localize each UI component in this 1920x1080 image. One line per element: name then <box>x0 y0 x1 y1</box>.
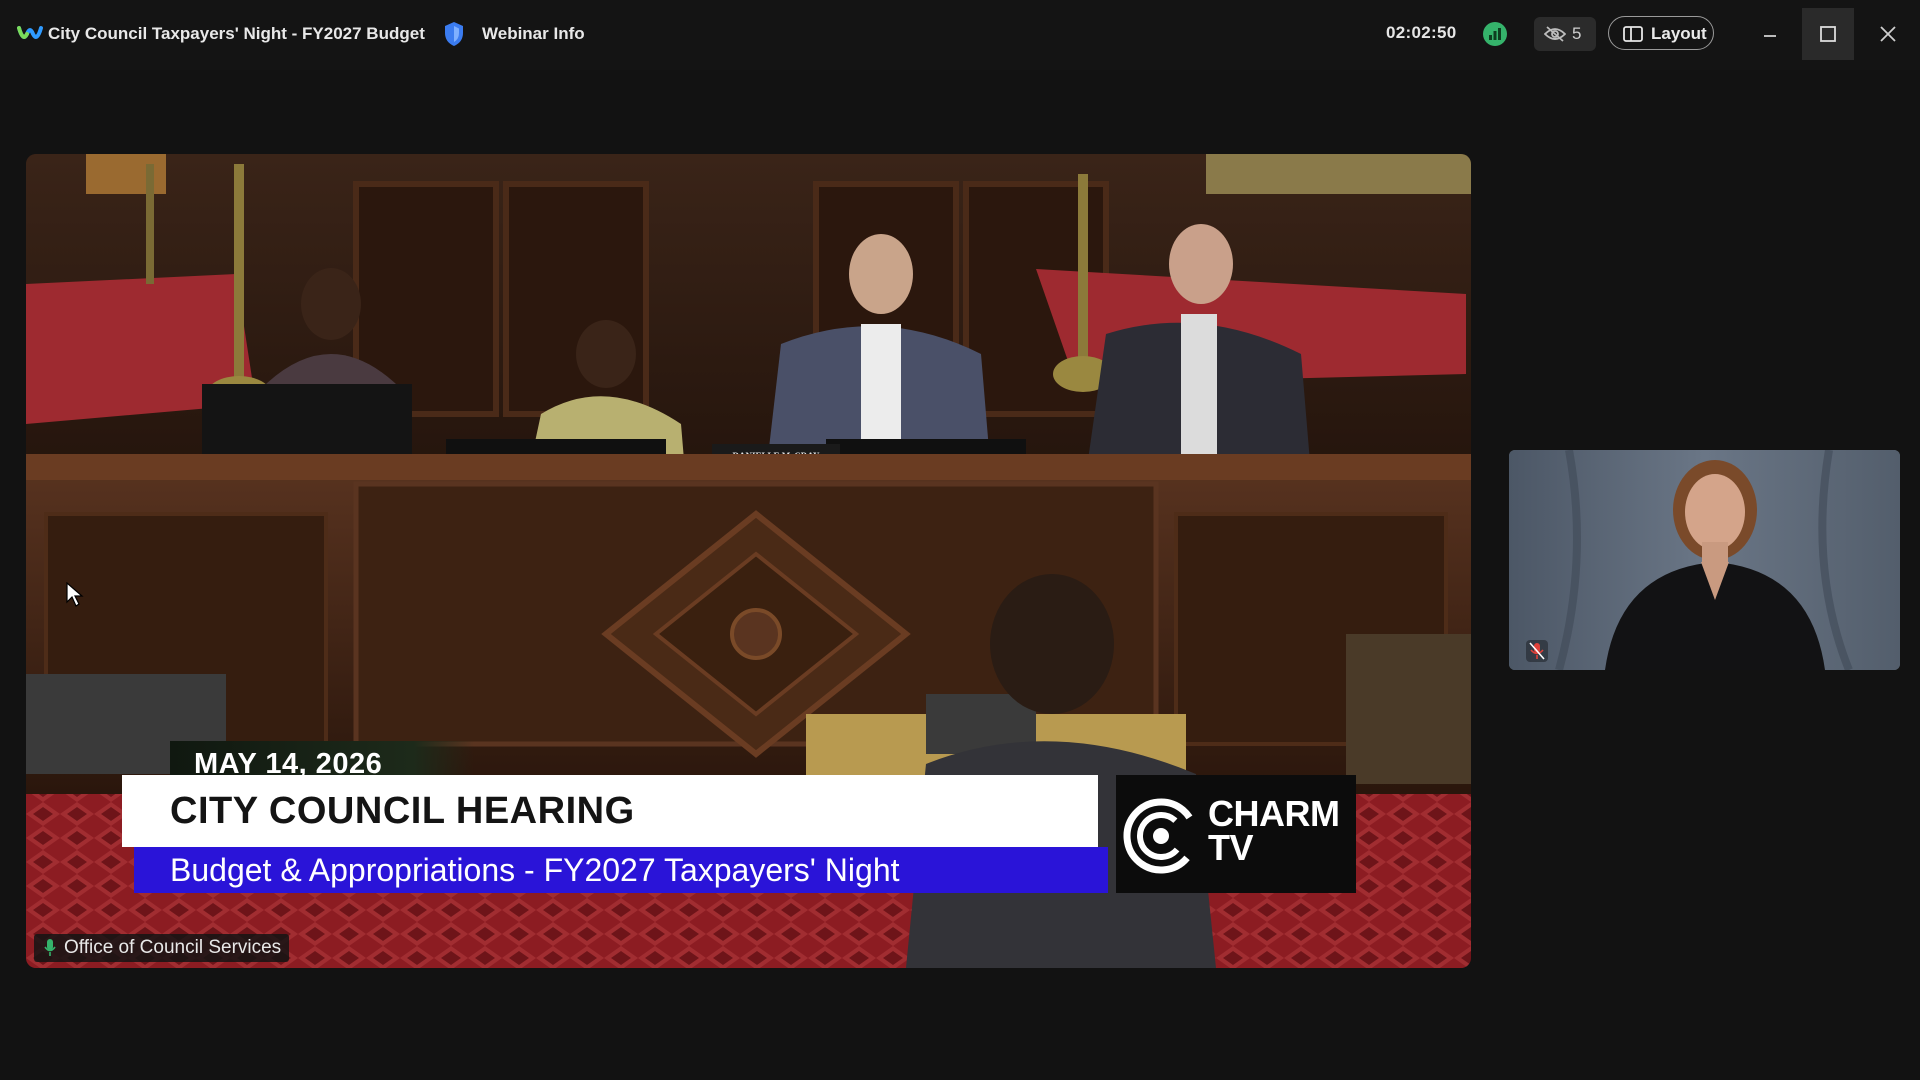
layout-button[interactable]: Layout <box>1608 16 1714 50</box>
viewer-count: 5 <box>1572 24 1582 43</box>
charm-tv-wordmark: CHARM TV <box>1208 793 1340 868</box>
interpreter-video-frame <box>1509 450 1900 670</box>
interpreter-video-tile[interactable] <box>1509 450 1900 670</box>
viewer-count-button[interactable]: 5 <box>1534 17 1596 51</box>
lower-third-subheadline-bar: Budget & Appropriations - FY2027 Taxpaye… <box>134 847 1108 893</box>
video-source-tag: Office of Council Services <box>34 934 290 962</box>
charm-tv-c-logo-icon <box>1123 798 1199 874</box>
close-button[interactable] <box>1862 8 1914 60</box>
eye-slash-icon <box>1544 26 1566 42</box>
video-source-label: Office of Council Services <box>64 937 282 958</box>
main-video-stage[interactable]: DANIELLE McCRAY MAY 14, 2026 CITY COUNCI… <box>26 154 1471 968</box>
maximize-button[interactable] <box>1802 8 1854 60</box>
minimize-icon <box>1764 35 1776 37</box>
lower-third-headline-bar: CITY COUNCIL HEARING <box>122 775 1098 847</box>
meeting-title: City Council Taxpayers' Night - FY2027 B… <box>48 24 425 43</box>
close-icon <box>1880 26 1896 42</box>
charm-tv-wordmark-line2: TV <box>1208 827 1254 868</box>
charm-tv-logo: CHARM TV <box>1116 775 1356 893</box>
lower-third-headline: CITY COUNCIL HEARING <box>170 790 635 832</box>
charm-tv-wordmark-line1: CHARM <box>1208 793 1340 834</box>
minimize-button[interactable] <box>1744 8 1796 60</box>
shield-icon[interactable] <box>444 21 464 47</box>
webinar-info-button[interactable]: Webinar Info <box>482 24 585 44</box>
lower-third-subheadline: Budget & Appropriations - FY2027 Taxpaye… <box>170 852 900 888</box>
layout-label: Layout <box>1651 24 1707 43</box>
elapsed-time: 02:02:50 <box>1386 23 1457 42</box>
network-status-icon[interactable] <box>1483 22 1507 46</box>
maximize-icon <box>1820 26 1836 42</box>
layout-icon <box>1623 26 1643 42</box>
webex-logo-icon <box>17 26 43 39</box>
title-bar: City Council Taxpayers' Night - FY2027 B… <box>0 0 1920 70</box>
muted-microphone-icon <box>1526 640 1548 662</box>
microphone-icon <box>44 939 56 956</box>
mouse-pointer-icon <box>66 582 84 607</box>
